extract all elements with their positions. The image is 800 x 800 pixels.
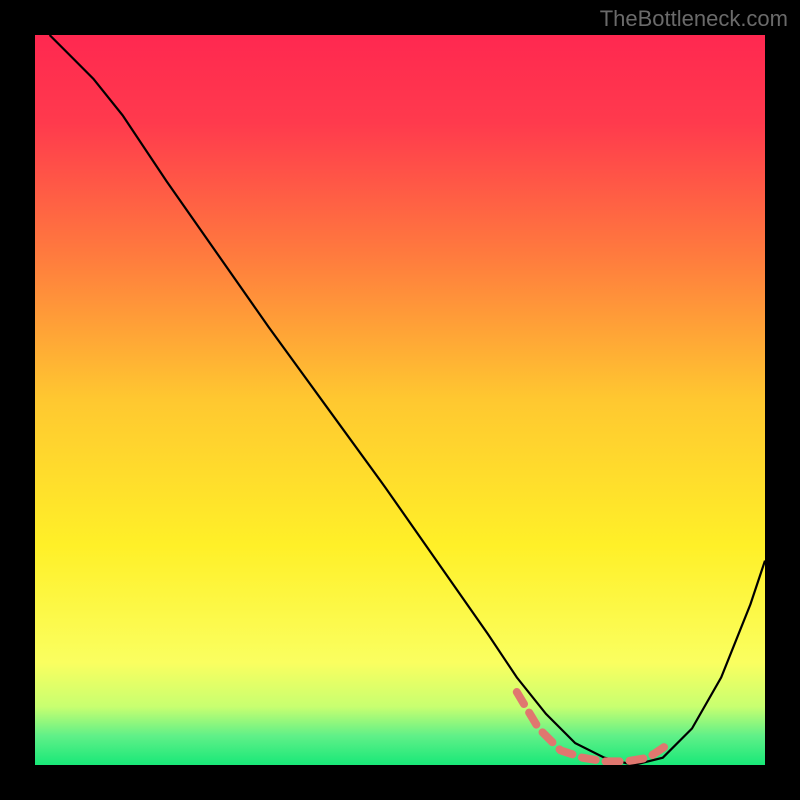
chart-container	[35, 35, 765, 765]
gradient-background	[35, 35, 765, 765]
chart-svg	[35, 35, 765, 765]
watermark-text: TheBottleneck.com	[600, 6, 788, 32]
